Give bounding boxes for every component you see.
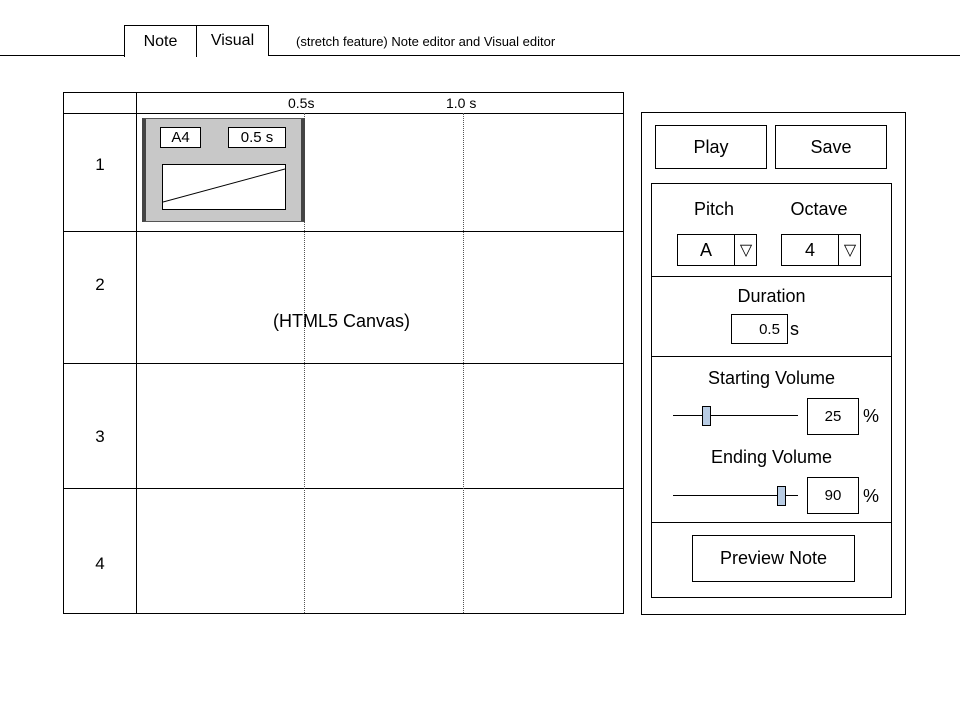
preview-note-button[interactable]: Preview Note [692, 535, 855, 582]
row-label: 3 [95, 427, 105, 446]
row-divider [64, 231, 623, 232]
note-pitch-label: A4 [160, 127, 201, 148]
ending-volume-unit: % [863, 486, 880, 506]
octave-select[interactable]: 4 ▽ [781, 234, 861, 266]
starting-volume-slider[interactable] [673, 394, 809, 440]
row-divider [64, 363, 623, 364]
row-label: 4 [95, 554, 105, 573]
canvas-label: (HTML5 Canvas) [273, 311, 411, 331]
slider-thumb[interactable] [777, 486, 786, 506]
row-label: 2 [95, 275, 105, 294]
tab-note[interactable]: Note [124, 25, 197, 57]
ending-volume-slider[interactable] [673, 474, 809, 520]
slider-thumb[interactable] [702, 406, 711, 426]
ending-volume-input[interactable]: 90 [807, 477, 859, 514]
header-divider [64, 113, 623, 114]
starting-volume-label: Starting Volume [707, 368, 836, 388]
starting-volume-input[interactable]: 25 [807, 398, 859, 435]
starting-volume-unit: % [863, 406, 880, 426]
ending-volume-label: Ending Volume [710, 447, 833, 467]
chevron-down-icon[interactable]: ▽ [734, 235, 757, 265]
duration-unit: s [790, 319, 799, 339]
save-button[interactable]: Save [775, 125, 887, 169]
row-divider [64, 488, 623, 489]
row-label-divider [136, 93, 137, 613]
tab-description: (stretch feature) Note editor and Visual… [296, 34, 556, 49]
timeline-canvas[interactable]: 0.5s 1.0 s 1 2 3 4 (HTML5 Canvas) A4 0.5… [63, 92, 624, 614]
section-divider [652, 276, 891, 277]
slider-track [673, 415, 798, 416]
note-editor-panel: Play Save Pitch Octave A ▽ 4 ▽ Duration … [641, 112, 906, 615]
section-divider [652, 356, 891, 357]
pitch-select[interactable]: A ▽ [677, 234, 757, 266]
duration-input[interactable]: 0.5 [731, 314, 788, 344]
note-properties: Pitch Octave A ▽ 4 ▽ Duration 0.5 s Star… [651, 183, 892, 598]
volume-envelope-preview [162, 164, 286, 210]
time-label: 1.0 s [446, 95, 477, 111]
section-divider [652, 522, 891, 523]
time-gridline [463, 113, 464, 613]
pitch-value: A [699, 239, 712, 260]
pitch-label: Pitch [693, 199, 735, 219]
duration-label: Duration [737, 286, 806, 306]
note-block[interactable]: A4 0.5 s [142, 118, 305, 222]
play-button[interactable]: Play [655, 125, 767, 169]
octave-label: Octave [790, 199, 848, 219]
duration-value: 0.5 [759, 320, 780, 338]
tab-visual[interactable]: Visual [196, 25, 269, 56]
octave-value: 4 [804, 239, 815, 260]
chevron-down-icon[interactable]: ▽ [838, 235, 861, 265]
row-label: 1 [95, 155, 105, 174]
volume-envelope-line [162, 168, 286, 203]
time-label: 0.5s [288, 95, 315, 111]
note-duration-label: 0.5 s [228, 127, 286, 148]
